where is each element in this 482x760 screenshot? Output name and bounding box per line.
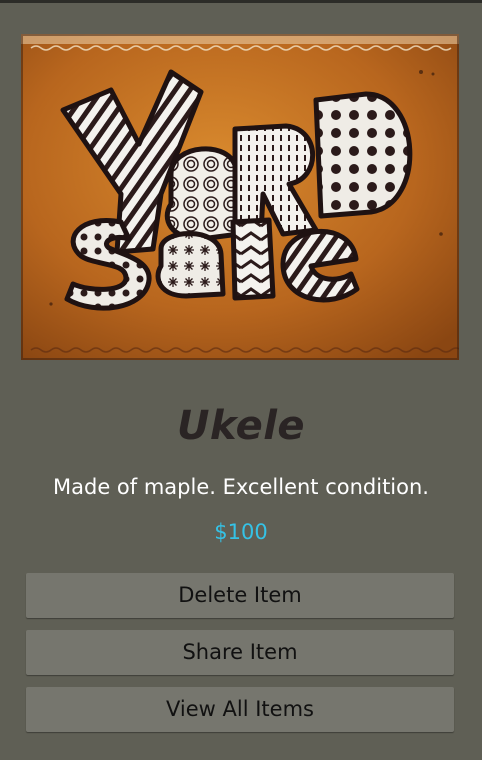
item-photo [21,34,459,360]
delete-item-button[interactable]: Delete Item [26,573,454,618]
view-all-items-button[interactable]: View All Items [26,687,454,732]
item-title: Ukele [176,403,306,449]
item-description: Made of maple. Excellent condition. [53,475,429,499]
status-bar-edge [0,0,482,3]
share-item-button[interactable]: Share Item [26,630,454,675]
yard-sale-sign-image [21,34,459,360]
item-price: $100 [214,520,268,544]
